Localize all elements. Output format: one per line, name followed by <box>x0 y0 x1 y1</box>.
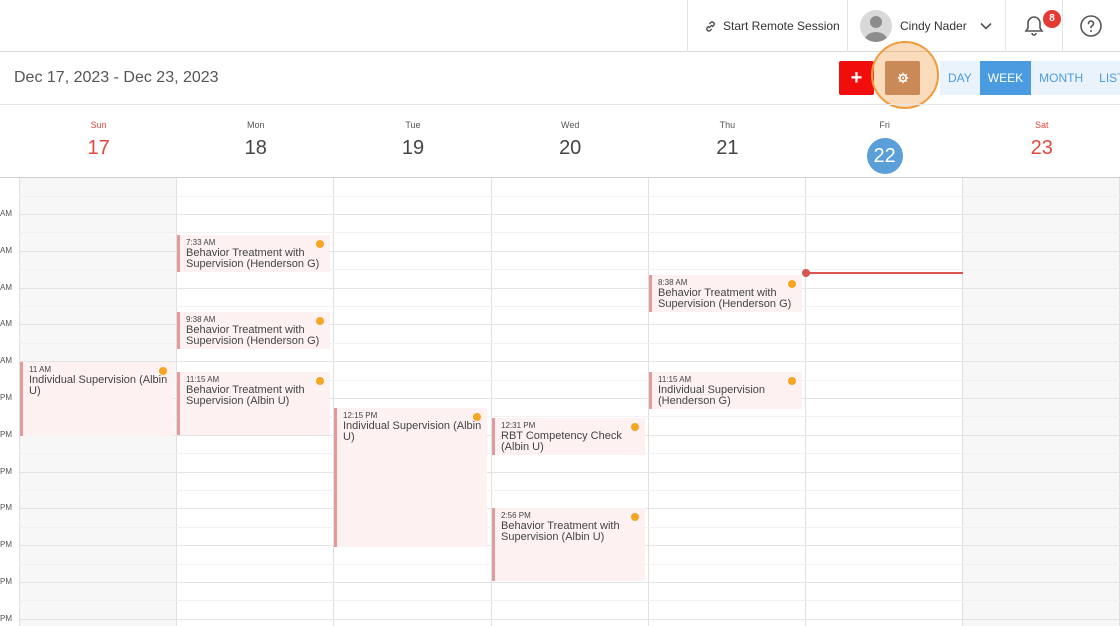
hour-line <box>20 214 1120 215</box>
topbar-divider <box>1062 0 1063 52</box>
event-title: Behavior Treatment with Supervision (Alb… <box>186 384 305 407</box>
calendar-event[interactable]: 11:15 AM Individual Supervision (Henderso… <box>649 372 803 409</box>
time-label: AM <box>0 356 12 365</box>
half-hour-line <box>20 196 1120 197</box>
notification-badge: 8 <box>1043 10 1061 28</box>
topbar-divider <box>687 0 688 52</box>
day-number: 22 <box>806 137 963 174</box>
weekend-column-bg <box>963 178 1120 626</box>
day-number: 19 <box>401 137 425 159</box>
event-title: Individual Supervision (Henderson G) <box>658 384 766 407</box>
calendar-event[interactable]: 12:31 PM RBT Competency Check (Albin U) <box>492 418 646 455</box>
help-circle-icon[interactable] <box>1079 14 1103 38</box>
event-title: Behavior Treatment with Supervision (Hen… <box>186 247 320 270</box>
event-title: Behavior Treatment with Supervision (Alb… <box>501 520 620 543</box>
event-title: Individual Supervision (Albin U) <box>343 420 482 443</box>
column-divider <box>333 178 334 626</box>
time-label: PM <box>0 393 12 402</box>
user-avatar <box>860 10 892 42</box>
day-header-thu[interactable]: Thu 21 <box>649 105 806 177</box>
calendar-event[interactable]: 11 AM Individual Supervision (Albin U) <box>20 362 174 436</box>
topbar-divider <box>847 0 848 52</box>
calendar-event[interactable]: 9:38 AM Behavior Treatment with Supervisi… <box>177 312 331 349</box>
day-header-tue[interactable]: Tue 19 <box>334 105 491 177</box>
time-label: PM <box>0 467 12 476</box>
view-week-button[interactable]: WEEK <box>979 61 1032 95</box>
half-hour-line <box>20 490 1120 491</box>
hour-line <box>20 619 1120 620</box>
settings-button[interactable] <box>885 61 920 95</box>
day-name: Sat <box>1035 120 1049 130</box>
column-divider <box>805 178 806 626</box>
gear-icon <box>897 72 908 84</box>
remote-session-label: Start Remote Session <box>723 19 840 33</box>
day-number: 17 <box>87 137 110 159</box>
time-label: PM <box>0 503 12 512</box>
view-day-button[interactable]: DAY <box>940 61 980 95</box>
current-time-line <box>806 272 963 274</box>
current-time-dot <box>802 269 810 277</box>
half-hour-line <box>20 600 1120 601</box>
time-label: AM <box>0 246 12 255</box>
day-header-wed[interactable]: Wed 20 <box>492 105 649 177</box>
user-name: Cindy Nader <box>900 19 967 33</box>
calendar-event[interactable]: 11:15 AM Behavior Treatment with Supervis… <box>177 372 331 435</box>
day-name: Thu <box>719 120 736 130</box>
day-number: 23 <box>1030 137 1053 159</box>
calendar-event[interactable]: 2:56 PM Behavior Treatment with Supervisi… <box>492 508 646 581</box>
day-header-mon[interactable]: Mon 18 <box>177 105 334 177</box>
half-hour-line <box>20 232 1120 233</box>
event-title: RBT Competency Check (Albin U) <box>501 430 622 453</box>
view-switcher: DAYWEEKMONTHLIST <box>940 61 1120 95</box>
hour-line <box>20 472 1120 473</box>
calendar-event[interactable]: 8:38 AM Behavior Treatment with Supervisi… <box>649 275 803 312</box>
time-label: AM <box>0 209 12 218</box>
chevron-down-icon <box>980 22 992 30</box>
event-title: Behavior Treatment with Supervision (Hen… <box>186 324 320 347</box>
view-list-button[interactable]: LIST <box>1091 61 1120 95</box>
user-menu[interactable]: Cindy Nader <box>860 10 993 42</box>
time-label: AM <box>0 283 12 292</box>
time-label: AM <box>0 319 12 328</box>
view-month-button[interactable]: MONTH <box>1031 61 1091 95</box>
date-range-title: Dec 17, 2023 - Dec 23, 2023 <box>14 69 219 86</box>
time-label: PM <box>0 430 12 439</box>
time-label: PM <box>0 614 12 623</box>
half-hour-line <box>20 306 1120 307</box>
week-time-grid[interactable]: AM AM AM AM AM PM PM PM PM PM PM PM 11 AM Individual … <box>0 178 1120 626</box>
column-divider <box>962 178 963 626</box>
calendar-event[interactable]: 12:15 PM Individual Supervision (Albin U) <box>334 408 488 547</box>
day-name: Mon <box>247 120 265 130</box>
day-number: 21 <box>716 137 739 159</box>
calendar-event[interactable]: 7:33 AM Behavior Treatment with Supervisi… <box>177 235 331 272</box>
time-label: PM <box>0 540 12 549</box>
topbar-divider <box>1005 0 1006 52</box>
day-number: 18 <box>244 137 267 159</box>
event-title: Behavior Treatment with Supervision (Hen… <box>658 287 792 310</box>
day-name: Tue <box>405 120 421 130</box>
top-bar: Start Remote Session Cindy Nader 8 <box>0 0 1120 52</box>
day-header-sat[interactable]: Sat 23 <box>963 105 1120 177</box>
day-name: Fri <box>879 120 890 130</box>
time-label: PM <box>0 577 12 586</box>
day-name: Wed <box>561 120 580 130</box>
hour-line <box>20 288 1120 289</box>
event-title: Individual Supervision (Albin U) <box>29 374 168 397</box>
hour-line <box>20 582 1120 583</box>
start-remote-session-button[interactable]: Start Remote Session <box>704 18 840 34</box>
day-header-fri[interactable]: Fri 22 <box>806 105 963 177</box>
link-icon <box>706 20 715 32</box>
today-indicator: 22 <box>866 138 903 174</box>
hour-line <box>20 361 1120 362</box>
day-name: Sun <box>90 120 107 130</box>
day-number: 20 <box>559 137 582 159</box>
add-event-button[interactable]: + <box>839 61 874 95</box>
day-header-sun[interactable]: Sun 17 <box>20 105 177 177</box>
